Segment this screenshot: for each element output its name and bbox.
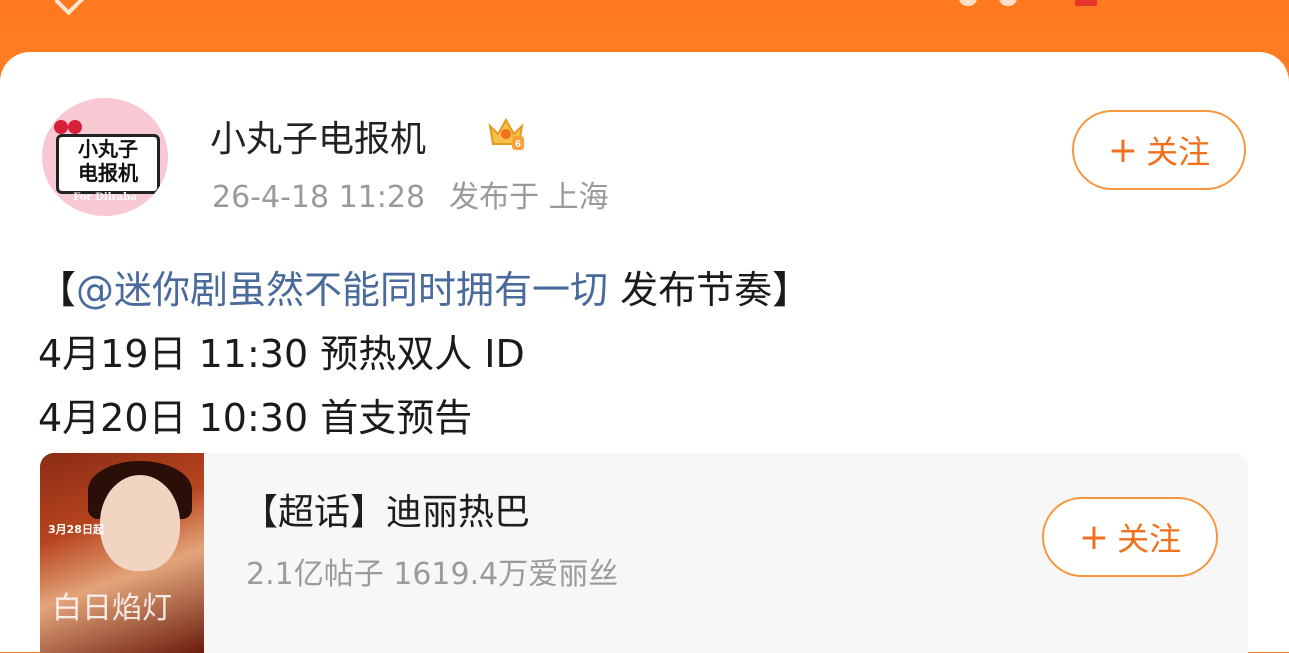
supertopic-poster: 3月28日起 白日焰灯 xyxy=(40,453,204,653)
follow-button-label: 关注 xyxy=(1146,133,1211,171)
crown-vip-icon: 6 xyxy=(488,117,524,150)
mention-link[interactable]: @迷你剧虽然不能同时拥有一切 xyxy=(76,268,608,312)
open-bracket: 【 xyxy=(38,268,77,312)
avatar[interactable]: 小丸子 电报机 For Dilraba xyxy=(42,98,168,216)
more-icon[interactable] xyxy=(959,0,977,6)
supertopic-title[interactable]: 【超话】迪丽热巴 xyxy=(242,483,530,535)
post-text: 【@迷你剧虽然不能同时拥有一切 发布节奏】 4月19日 11:30 预热双人 I… xyxy=(38,258,810,450)
supertopic-follow-button[interactable]: + 关注 xyxy=(1042,497,1218,577)
cherry-icon xyxy=(54,114,84,136)
plus-icon: + xyxy=(1078,516,1110,558)
avatar-label: 小丸子 电报机 xyxy=(56,134,160,194)
supertopic-card[interactable]: 3月28日起 白日焰灯 【超话】迪丽热巴 2.1亿帖子 1619.4万爱丽丝 +… xyxy=(40,453,1248,653)
poster-date: 3月28日起 xyxy=(48,523,104,536)
red-notice-icon[interactable] xyxy=(1075,0,1097,6)
supertopic-stats: 2.1亿帖子 1619.4万爱丽丝 xyxy=(246,557,619,592)
back-icon[interactable] xyxy=(54,0,86,16)
post-title-line: 【@迷你剧虽然不能同时拥有一切 发布节奏】 xyxy=(38,258,810,322)
svg-text:6: 6 xyxy=(515,139,521,150)
post-meta: 26-4-18 11:28 发布于 上海 xyxy=(212,172,609,216)
poster-title: 白日焰灯 xyxy=(52,591,172,626)
post-line-3: 4月20日 10:30 首支预告 xyxy=(38,396,473,440)
plus-icon: + xyxy=(1107,129,1139,171)
share-icon[interactable] xyxy=(999,0,1017,6)
avatar-subtext: For Dilraba xyxy=(73,192,137,203)
supertopic-follow-label: 关注 xyxy=(1117,520,1182,558)
follow-button[interactable]: + 关注 xyxy=(1072,110,1246,190)
post-timestamp: 26-4-18 11:28 xyxy=(212,180,426,215)
header-actions xyxy=(899,0,1109,12)
post-title-tail: 发布节奏】 xyxy=(608,268,811,312)
author-name[interactable]: 小丸子电报机 xyxy=(210,110,426,162)
post-line-2: 4月19日 11:30 预热双人 ID xyxy=(38,332,525,376)
post-location: 发布于 上海 xyxy=(449,180,609,215)
